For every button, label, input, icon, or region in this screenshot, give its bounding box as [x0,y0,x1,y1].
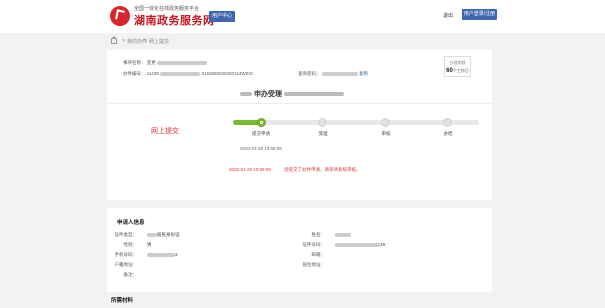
site-logo-icon[interactable] [110,6,130,26]
name-value [335,232,351,237]
document-icon [260,121,263,124]
redacted-text [147,232,157,237]
copy-link[interactable]: 复制 [359,71,368,76]
redacted-text [321,71,358,76]
phone-label: 手机号码： [114,252,138,257]
id-number-label: 证件号码： [302,242,326,247]
case-title-text: 申办受理 [254,91,282,98]
doc-type-value: 居民身份证 [147,232,180,238]
applicant-section-title: 申请人信息 [117,220,145,226]
breadcrumb-separator: > [144,38,147,44]
sex-value: 男 [147,242,152,247]
step-dot-finish [443,118,452,127]
phone-value: 3 [147,252,178,257]
home-icon[interactable] [111,36,117,44]
logo-subtitle: 全国一体化在线政务服务平台 [134,6,200,12]
status-label: 网上提交 [151,128,179,135]
breadcrumb-current: 网上提交 [149,39,170,45]
deadline-value: 60个工作日 [446,68,469,74]
case-name-value: 变更 [146,60,156,65]
breadcrumb-separator: > [122,38,125,44]
case-number-row: 办件编号： 11430 0153080020200124W031 [123,71,253,77]
name-label: 姓名： [311,232,326,237]
case-name-row: 事项名称： 变更 [123,60,208,66]
redacted-text [160,71,201,76]
query-password-row: 查询密码： 复制 [298,71,368,77]
hint-time: 2020-01-28 10:56:09 [229,167,271,172]
case-number-suffix: 0153080020200124W031 [201,71,254,76]
case-number-prefix: 11430 [146,71,159,76]
sex-label: 性别： [123,242,138,247]
hint-text: 您提交了办件申请，请等待系统审核。 [284,167,361,172]
redacted-text [335,232,351,237]
login-register-button[interactable]: 用户登录/注册 [462,9,497,20]
case-progress-card: 事项名称： 变更 办件编号： 11430 0153080020200124W03… [107,50,492,200]
note-label: 备注： [123,272,138,277]
email-label: 邮箱： [311,252,326,257]
case-name-label: 事项名称： [123,60,146,65]
step-label-review: 审核 [381,131,391,136]
step-dot-review [381,118,390,127]
step-label-submit: 提交申请 [252,131,270,136]
divider [107,103,492,104]
query-password-label: 查询密码： [298,71,321,76]
deadline-box: 办理期限 60个工作日 [444,56,471,77]
step-time: 2020-01-28 10:56:09 [240,146,282,151]
step-dot-accept [318,118,327,127]
step-dot-submit [257,118,266,127]
redacted-text [240,92,253,97]
deadline-label: 办理期限 [449,60,466,65]
logo-title[interactable]: 湖南政务服务网 [134,12,215,28]
redacted-text [157,60,208,65]
top-bar: 全国一体化在线政务服务平台 湖南政务服务网 用户中心 退出 用户登录/注册 [0,0,605,33]
residence-address-label: 居住地址： [302,262,326,267]
materials-section-title: 所需材料 [111,298,134,304]
redacted-text [283,92,344,97]
user-center-badge[interactable]: 用户中心 [209,11,236,22]
step-label-finish: 办结 [443,131,453,136]
logout-link[interactable]: 退出 [443,12,453,19]
id-number-value: 19 [335,242,385,247]
redacted-text [147,252,175,257]
applicant-card: 申请人信息 证件类型： 居民身份证 性别： 男 手机号码： 3 户籍地址： 备注… [107,208,492,292]
redacted-text [335,242,380,247]
case-title: 申办受理 [222,90,362,100]
doc-type-label: 证件类型： [114,232,138,237]
household-address-label: 户籍地址： [114,262,138,267]
step-label-accept: 受理 [318,131,328,136]
case-number-label: 办件编号： [123,71,146,76]
status-hint: 2020-01-28 10:56:09 您提交了办件申请，请等待系统审核。 [229,167,361,173]
